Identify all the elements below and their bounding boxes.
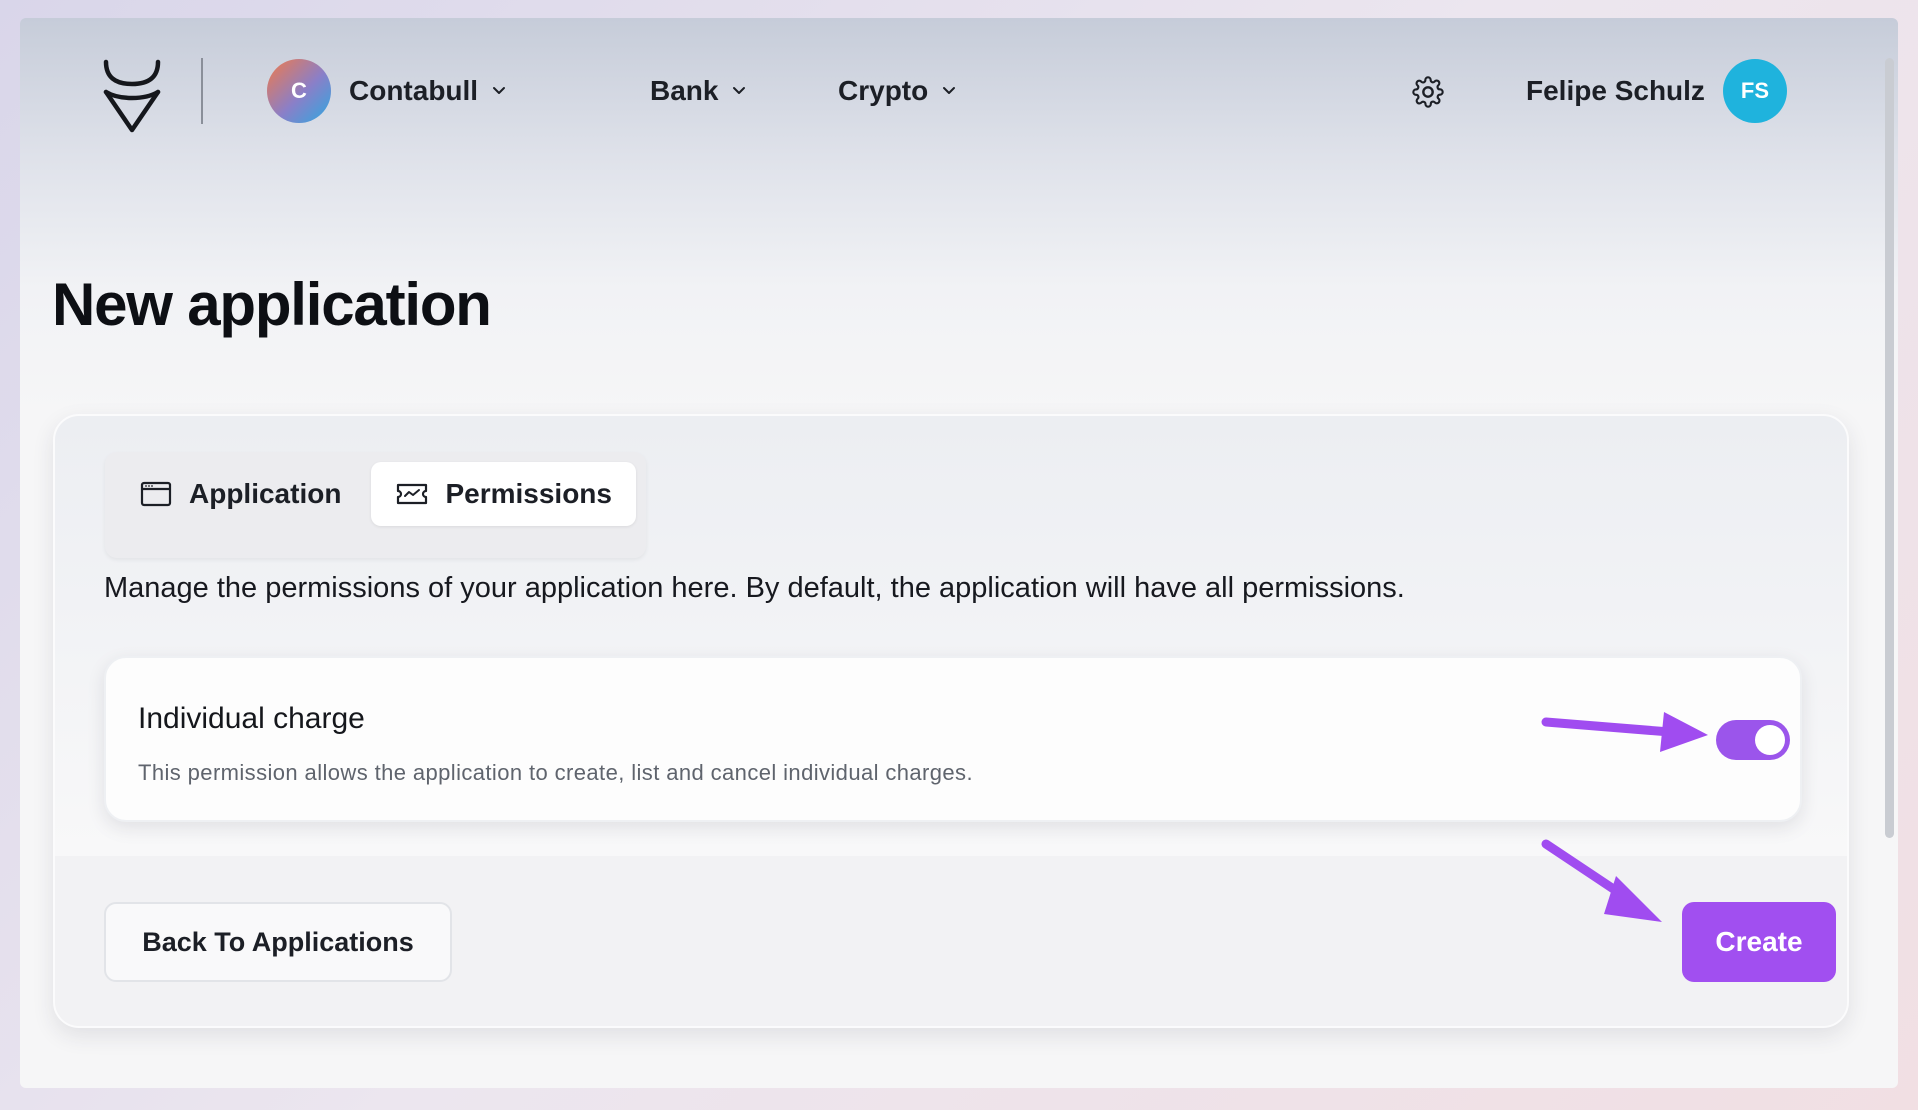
toggle-knob [1755, 725, 1785, 755]
avatar: FS [1722, 59, 1787, 123]
nav-crypto[interactable]: Crypto [838, 59, 956, 123]
top-navbar: C Contabull Bank Crypto Felipe Schulz FS [20, 18, 1898, 168]
ticket-icon [397, 483, 428, 505]
user-name: Felipe Schulz [1526, 75, 1705, 106]
permission-title: Individual charge [138, 702, 365, 735]
company-avatar: C [267, 59, 331, 123]
permission-item: Individual charge This permission allows… [104, 656, 1802, 822]
tab-application-label: Application [189, 478, 342, 509]
window-icon [140, 481, 172, 507]
permissions-description: Manage the permissions of your applicati… [104, 572, 1405, 604]
app-window: C Contabull Bank Crypto Felipe Schulz FS… [20, 18, 1898, 1088]
tab-bar: Application Permissions [105, 452, 646, 558]
nav-bank[interactable]: Bank [650, 59, 746, 123]
header-divider [201, 58, 203, 124]
tab-permissions[interactable]: Permissions [371, 462, 636, 526]
permission-description: This permission allows the application t… [138, 760, 973, 785]
chevron-down-icon [733, 87, 746, 94]
page-title: New application [52, 271, 492, 338]
permission-toggle[interactable] [1716, 720, 1790, 760]
tab-permissions-label: Permissions [445, 478, 612, 509]
back-to-applications-button[interactable]: Back To Applications [104, 902, 452, 982]
chevron-down-icon [493, 87, 506, 94]
company-name: Contabull [349, 75, 479, 106]
company-switcher[interactable]: C Contabull [267, 59, 506, 123]
chevron-down-icon [943, 87, 956, 94]
application-form-card: Application Permissions Manage the permi… [53, 414, 1849, 1028]
create-button[interactable]: Create [1682, 902, 1836, 982]
nav-bank-label: Bank [650, 75, 719, 106]
tab-application[interactable]: Application [115, 462, 365, 526]
user-menu[interactable]: Felipe Schulz FS [1526, 59, 1787, 123]
scrollbar[interactable] [1885, 58, 1894, 838]
brand-logo[interactable] [82, 58, 182, 134]
gear-icon[interactable] [1412, 76, 1444, 108]
nav-crypto-label: Crypto [838, 75, 929, 106]
